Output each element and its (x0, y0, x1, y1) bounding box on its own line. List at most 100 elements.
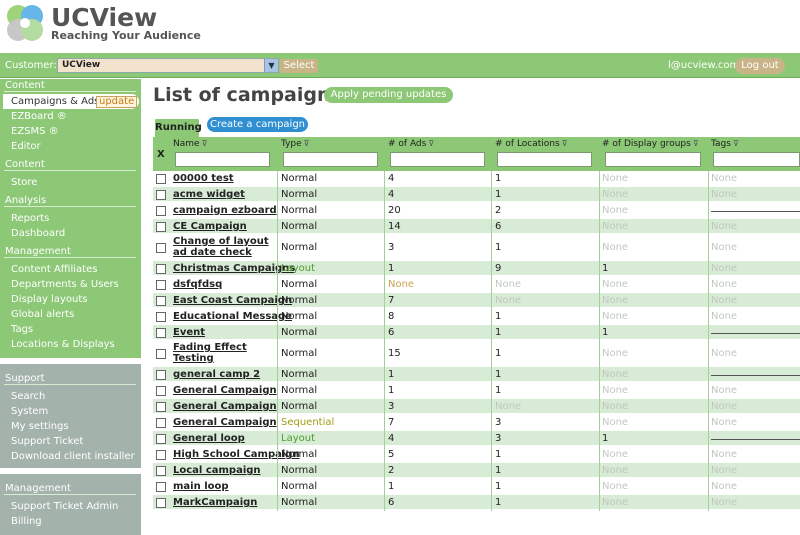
campaign-name-link[interactable]: CE Campaign (173, 221, 273, 232)
column-header-tags[interactable]: Tags ⊽ (711, 139, 739, 149)
campaign-name-link[interactable]: High School Campaign (173, 449, 300, 460)
row-checkbox[interactable] (156, 498, 166, 508)
table-row[interactable]: General Campaign Normal 1 1 None None (153, 383, 800, 398)
sidebar-item-locations-displays[interactable]: Locations & Displays (11, 339, 115, 350)
sidebar-item-tags[interactable]: Tags (11, 324, 33, 335)
filter-input-type[interactable] (283, 152, 378, 167)
sidebar-item-store[interactable]: Store (11, 177, 37, 188)
campaign-name-link[interactable]: East Coast Campaign (173, 295, 292, 306)
campaign-name-link[interactable]: General Campaign (173, 385, 277, 396)
column-header-display-groups[interactable]: # of Display groups ⊽ (602, 139, 699, 149)
sidebar-item-departments-users[interactable]: Departments & Users (11, 279, 119, 290)
table-row[interactable]: East Coast Campaign Normal 7 None None None (153, 293, 800, 308)
sidebar-item-my-settings[interactable]: My settings (11, 421, 69, 432)
select-button[interactable]: Select (280, 59, 318, 73)
campaign-name-link[interactable]: Change of layout ad date check (173, 236, 273, 258)
filter-icon[interactable]: ⊽ (562, 139, 568, 148)
campaign-name-link[interactable]: acme widget (173, 189, 273, 200)
campaign-name-link[interactable]: 00000 test (173, 173, 273, 184)
sidebar-item-support-ticket[interactable]: Support Ticket (11, 436, 83, 447)
table-row[interactable]: Fading Effect Testing Normal 15 1 None None (153, 341, 800, 366)
column-header-type[interactable]: Type ⊽ (281, 139, 310, 149)
table-row[interactable]: Local campaign Normal 2 1 None None (153, 463, 800, 478)
sidebar-item-search[interactable]: Search (11, 391, 45, 402)
campaign-name-link[interactable]: MarkCampaign (173, 497, 273, 508)
row-checkbox[interactable] (156, 434, 166, 444)
campaign-name-link[interactable]: Educational Message (173, 311, 292, 322)
column-header-name[interactable]: Name ⊽ (173, 139, 207, 149)
table-row[interactable]: acme widget Normal 4 1 None None (153, 187, 800, 202)
campaign-name-link[interactable]: General Campaign (173, 401, 277, 412)
table-row[interactable]: MarkCampaign Normal 6 1 None None (153, 495, 800, 510)
campaign-name-link[interactable]: General Campaign (173, 417, 277, 428)
table-row[interactable]: 00000 test Normal 4 1 None None (153, 171, 800, 186)
filter-input-locations[interactable] (497, 152, 592, 167)
apply-pending-updates-button[interactable]: Apply pending updates (324, 87, 453, 103)
row-checkbox[interactable] (156, 482, 166, 492)
campaign-name-link[interactable]: general camp 2 (173, 369, 273, 380)
update-link[interactable]: update (96, 96, 138, 108)
filter-input-ads[interactable] (390, 152, 485, 167)
campaign-name-link[interactable]: Event (173, 327, 273, 338)
row-checkbox[interactable] (156, 190, 166, 200)
table-row[interactable]: dsfqfdsq Normal None None None None (153, 277, 800, 292)
campaign-name-link[interactable]: General loop (173, 433, 273, 444)
column-header-locations[interactable]: # of Locations ⊽ (495, 139, 568, 149)
table-row[interactable]: Event Normal 6 1 1 (153, 325, 800, 340)
table-row[interactable]: General loop Layout 4 3 1 (153, 431, 800, 446)
sidebar-item-ezboard[interactable]: EZBoard ® (11, 111, 67, 122)
filter-icon[interactable]: ⊽ (693, 139, 699, 148)
campaign-name-link[interactable]: campaign ezboard (173, 205, 277, 216)
sidebar-item-reports[interactable]: Reports (11, 213, 49, 224)
sidebar-item-support-ticket-admin[interactable]: Support Ticket Admin (11, 501, 118, 512)
campaign-name-link[interactable]: Fading Effect Testing (173, 342, 273, 364)
row-checkbox[interactable] (156, 328, 166, 338)
table-row[interactable]: General Campaign Normal 3 None None None (153, 399, 800, 414)
table-row[interactable]: CE Campaign Normal 14 6 None None (153, 219, 800, 234)
table-row[interactable]: general camp 2 Normal 1 1 None (153, 367, 800, 382)
row-checkbox[interactable] (156, 418, 166, 428)
filter-input-tags[interactable] (713, 152, 800, 167)
filter-icon[interactable]: ⊽ (733, 139, 739, 148)
table-row[interactable]: Change of layout ad date check Normal 3 1 No… (153, 235, 800, 260)
campaign-name-link[interactable]: main loop (173, 481, 273, 492)
campaign-name-link[interactable]: Christmas Campaigns (173, 263, 295, 274)
sidebar-item-editor[interactable]: Editor (11, 141, 41, 152)
row-checkbox[interactable] (156, 222, 166, 232)
customer-select[interactable]: UCView ▼ (57, 58, 279, 73)
row-checkbox[interactable] (156, 386, 166, 396)
row-checkbox[interactable] (156, 280, 166, 290)
sidebar-item-billing[interactable]: Billing (11, 516, 42, 527)
table-row[interactable]: Educational Message Normal 8 1 None None (153, 309, 800, 324)
row-checkbox[interactable] (156, 349, 166, 359)
sidebar-item-campaigns-label[interactable]: Campaigns & Ads (11, 96, 99, 107)
filter-input-display-groups[interactable] (605, 152, 701, 167)
row-checkbox[interactable] (156, 264, 166, 274)
row-checkbox[interactable] (156, 243, 166, 253)
table-row[interactable]: Christmas Campaigns Layout 1 9 1 None (153, 261, 800, 276)
row-checkbox[interactable] (156, 466, 166, 476)
table-row[interactable]: High School Campaign Normal 5 1 None None (153, 447, 800, 462)
row-checkbox[interactable] (156, 174, 166, 184)
chevron-down-icon[interactable]: ▼ (264, 59, 278, 72)
row-checkbox[interactable] (156, 312, 166, 322)
filter-input-name[interactable] (175, 152, 270, 167)
sidebar-item-content-affiliates[interactable]: Content Affiliates (11, 264, 97, 275)
table-row[interactable]: campaign ezboard Normal 20 2 None (153, 203, 800, 218)
tab-running[interactable]: Running (153, 117, 202, 138)
create-campaign-button[interactable]: Create a campaign (207, 117, 308, 132)
filter-icon[interactable]: ⊽ (304, 139, 310, 148)
campaign-name-link[interactable]: Local campaign (173, 465, 273, 476)
table-row[interactable]: General Campaign Sequential 7 3 None None (153, 415, 800, 430)
filter-icon[interactable]: ⊽ (202, 139, 208, 148)
sidebar-item-ezsms[interactable]: EZSMS ® (11, 126, 59, 137)
campaign-name-link[interactable]: dsfqfdsq (173, 279, 273, 290)
sidebar-item-display-layouts[interactable]: Display layouts (11, 294, 87, 305)
sidebar-item-global-alerts[interactable]: Global alerts (11, 309, 74, 320)
sidebar-item-download-installer[interactable]: Download client installer (11, 451, 135, 462)
table-row[interactable]: main loop Normal 1 1 None None (153, 479, 800, 494)
row-checkbox[interactable] (156, 450, 166, 460)
logout-button[interactable]: Log out (735, 58, 785, 74)
column-header-ads[interactable]: # of Ads ⊽ (388, 139, 434, 149)
row-checkbox[interactable] (156, 296, 166, 306)
